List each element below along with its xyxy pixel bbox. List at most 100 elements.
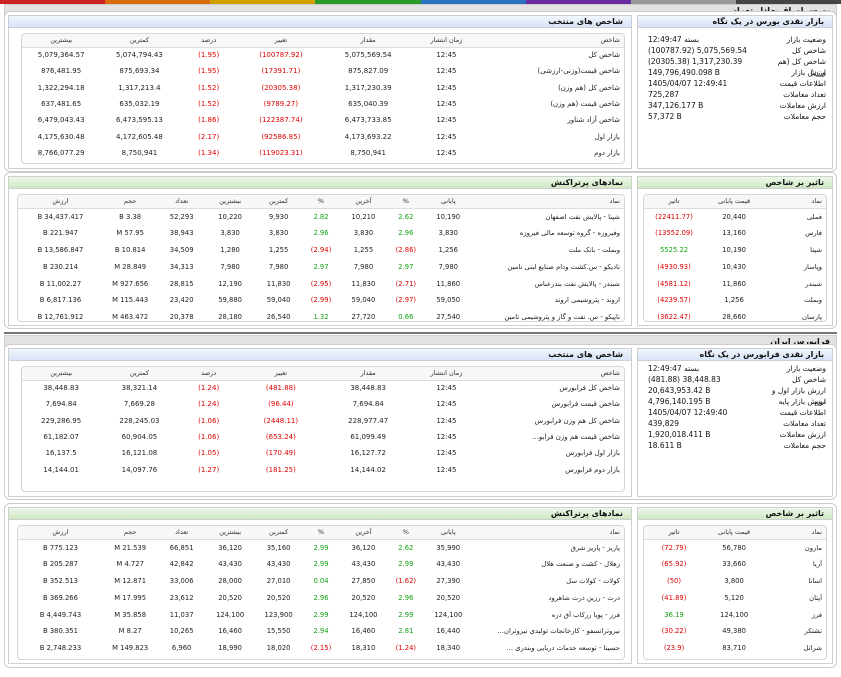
table-row[interactable]: آریا 33,660 (65.92) bbox=[644, 556, 826, 573]
column-header: % bbox=[302, 195, 340, 209]
table-cell: (1.24) bbox=[198, 400, 220, 409]
table-cell: 5,120 bbox=[724, 593, 744, 602]
table-row[interactable]: شاخص کل فرابورس 12:45 38,448.83 (481.88) (1.… bbox=[22, 380, 624, 396]
table-row[interactable]: شاخص آزاد شناور 12:45 6,473,733.85 (122387.… bbox=[22, 112, 624, 128]
table-cell: 230.214 B bbox=[42, 262, 78, 271]
table-row[interactable]: مارون 56,780 (72.79) bbox=[644, 539, 826, 556]
table-cell: 12.871 M bbox=[114, 576, 147, 585]
column-header: مقدار bbox=[323, 367, 414, 381]
overview-value: بسته 12:49:47 bbox=[648, 364, 700, 373]
table-row[interactable]: شاخص قیمت هم وزن فرابو... 12:45 61,099.49 (… bbox=[22, 429, 624, 445]
table-row[interactable]: شبندر 11,860 (4581.12) bbox=[644, 275, 826, 292]
ifb-overview-title: بازار نقدی فرابورس در یک نگاه bbox=[638, 349, 832, 361]
table-row[interactable]: بازار اول فرابورس 12:45 16,127.72 (170.49) (… bbox=[22, 445, 624, 461]
table-cell: 2.99 bbox=[313, 543, 329, 552]
table-cell: 2.97 bbox=[313, 262, 329, 271]
table-row[interactable]: اسانا 3,800 (50) bbox=[644, 573, 826, 590]
table-cell: (1.34) bbox=[198, 148, 220, 157]
overview-value: 20,643,953.42 B bbox=[648, 386, 711, 395]
table-cell: 28,180 bbox=[218, 313, 243, 322]
table-cell: شاخص کل (هم وزن) bbox=[558, 83, 620, 92]
overview-value: 439,829 bbox=[648, 419, 680, 428]
table-row[interactable]: نیروترانسفو - کارخانجات تولیدی نیروتران.… bbox=[18, 623, 624, 640]
table-cell: 875,693.34 bbox=[119, 67, 160, 76]
table-cell: 16,127.72 bbox=[350, 449, 386, 458]
overview-label: تعداد معاملات bbox=[783, 90, 826, 99]
table-row[interactable]: شبندر - پالایش نفت بندرعباس 11,860 (2.71) 1… bbox=[18, 275, 624, 292]
table-cell: 2.94 bbox=[313, 627, 329, 636]
overview-row: ارزش بازار 149,796,490.098 B bbox=[642, 67, 826, 78]
table-cell: 16,440 bbox=[436, 627, 461, 636]
column-header: نماد bbox=[472, 526, 624, 540]
table-row[interactable]: وفیروزه - گروه توسعه مالی فیروزه 3,830 2.9… bbox=[18, 225, 624, 242]
table-cell: 59,040 bbox=[266, 296, 291, 305]
table-row[interactable]: پاریز - پاریز شرق 35,990 2.62 36,120 2.99 35,… bbox=[18, 539, 624, 556]
table-cell: 7,980 bbox=[353, 262, 374, 271]
table-cell: 2.81 bbox=[398, 627, 414, 636]
table-cell: (481.88) bbox=[265, 384, 296, 393]
column-header: ارزش bbox=[18, 195, 103, 209]
table-row[interactable]: آپتان 5,120 (41.89) bbox=[644, 589, 826, 606]
ifb-indices-table-box: شاخص زمان انتشار مقدار تغییر درصد کمترین بیشتر… bbox=[21, 366, 625, 492]
table-row[interactable]: شاخص قیمت فرابورس 12:45 7,694.84 (96.44) (1.… bbox=[22, 396, 624, 412]
table-cell: 637,481.65 bbox=[41, 100, 82, 109]
table-cell: 463.472 M bbox=[112, 313, 149, 322]
table-row[interactable]: شپنا - پالایش نفت اصفهان 10,190 2.62 10,210… bbox=[18, 208, 624, 225]
table-row[interactable]: شراتل 83,710 (23.9) bbox=[644, 640, 826, 657]
table-row[interactable]: شاخص قیمت(وزنی-ارزشی) 12:45 875,827.09 (173… bbox=[22, 63, 624, 79]
table-row[interactable]: فملی 20,440 (22411.77) bbox=[644, 208, 826, 225]
table-row[interactable]: کولات - کولات سل 27,390 (1.62) 27,850 0.04 27… bbox=[18, 573, 624, 590]
table-row[interactable]: شاخص کل 12:45 5,075,569.54 (100787.92) (1.95… bbox=[22, 47, 624, 63]
table-cell: 26,540 bbox=[266, 313, 291, 322]
table-row[interactable]: وبملت 1,256 (4239.57) bbox=[644, 292, 826, 309]
table-row[interactable]: ناپیکو - س. نفت و گاز و پتروشیمی تامین 27… bbox=[18, 309, 624, 322]
table-cell: 3,830 bbox=[353, 229, 374, 238]
table-cell: 28,000 bbox=[218, 576, 243, 585]
overview-label: حجم معاملات bbox=[783, 441, 826, 450]
table-row[interactable]: بازار دوم فرابورس 12:45 14,144.02 (181.25) (… bbox=[22, 461, 624, 477]
column-header: پایانی bbox=[424, 195, 473, 209]
table-row[interactable]: پارسان 28,660 (3622.47) bbox=[644, 309, 826, 321]
table-row[interactable]: شاخص کل هم وزن فرابورس 12:45 228,977.47 (24… bbox=[22, 413, 624, 429]
table-row[interactable]: وپاسار 10,430 (4930.93) bbox=[644, 258, 826, 275]
table-cell: 8,750,941 bbox=[350, 148, 386, 157]
table-cell: 11,830 bbox=[351, 279, 376, 288]
table-cell: نشتکر bbox=[804, 627, 822, 636]
table-cell: 1,256 bbox=[438, 245, 458, 254]
table-row[interactable]: اروند - پتروشیمی اروند 59,050 (2.97) 59,040… bbox=[18, 292, 624, 309]
table-cell: 12,190 bbox=[218, 279, 243, 288]
table-row[interactable]: فرز - پویا رزکاب آق دره 124,100 2.99 124,10… bbox=[18, 606, 624, 623]
tse-impact-table-box: نماد قیمت پایانی تاثیر فملی 20,440 (22411.77)… bbox=[643, 194, 827, 322]
table-cell: 5,074,794.43 bbox=[116, 51, 163, 60]
overview-value: 4,796,140.195 B bbox=[648, 397, 711, 406]
table-row[interactable]: حسینا - توسعه خدمات دریایی وبندری ... 18,… bbox=[18, 640, 624, 657]
table-cell: 2.62 bbox=[398, 543, 414, 552]
table-cell: شاخص کل bbox=[588, 51, 620, 60]
table-cell: 27,010 bbox=[266, 576, 291, 585]
table-cell: 38,448.83 bbox=[350, 384, 386, 393]
table-cell: (1.27) bbox=[198, 465, 220, 474]
table-row[interactable]: فرز 124,100 36.19 bbox=[644, 606, 826, 623]
overview-label: ارزش بازار اول و دوم bbox=[771, 386, 826, 406]
table-row[interactable]: فارس 13,160 (13552.09) bbox=[644, 225, 826, 242]
table-row[interactable]: بازار اول 12:45 4,173,693.22 (92586.85) (2.1… bbox=[22, 128, 624, 144]
table-cell: (122387.74) bbox=[259, 116, 303, 125]
table-row[interactable]: وبملت - بانک ملت 1,256 (2.86) 1,255 (2.94) 1,… bbox=[18, 242, 624, 259]
table-row[interactable]: نادیکو - س.کشت ودام صنایع لبنی نامین 7,98… bbox=[18, 258, 624, 275]
table-cell: 2.96 bbox=[398, 593, 414, 602]
column-header: کمترین bbox=[100, 367, 179, 381]
table-row[interactable]: شپنا 10,190 5525.22 bbox=[644, 242, 826, 259]
table-cell: زهلال - کشت و صنعت هلال bbox=[541, 560, 620, 569]
table-row[interactable]: بازار دوم 12:45 8,750,941 (119023.31) (1.34)… bbox=[22, 145, 624, 161]
table-cell: 12:45 bbox=[436, 51, 457, 60]
table-cell: 7,980 bbox=[268, 262, 289, 271]
table-cell: 228,245.03 bbox=[119, 416, 160, 425]
table-row[interactable]: شاخص قیمت (هم وزن) 12:45 635,040.39 (9789.2… bbox=[22, 96, 624, 112]
table-row[interactable]: زهلال - کشت و صنعت هلال 43,430 2.99 43,430 2… bbox=[18, 556, 624, 573]
table-cell: (1.52) bbox=[198, 83, 220, 92]
table-row[interactable]: درت - رزین درت شاهرود 20,520 2.96 20,520 2.9… bbox=[18, 589, 624, 606]
table-cell: (1.24) bbox=[395, 644, 417, 653]
table-row[interactable]: شاخص کل (هم وزن) 12:45 1,317,230.39 (20305.… bbox=[22, 80, 624, 96]
table-row[interactable]: نشتکر 49,380 (30.22) bbox=[644, 623, 826, 640]
overview-label: وضعیت بازار bbox=[786, 364, 826, 373]
